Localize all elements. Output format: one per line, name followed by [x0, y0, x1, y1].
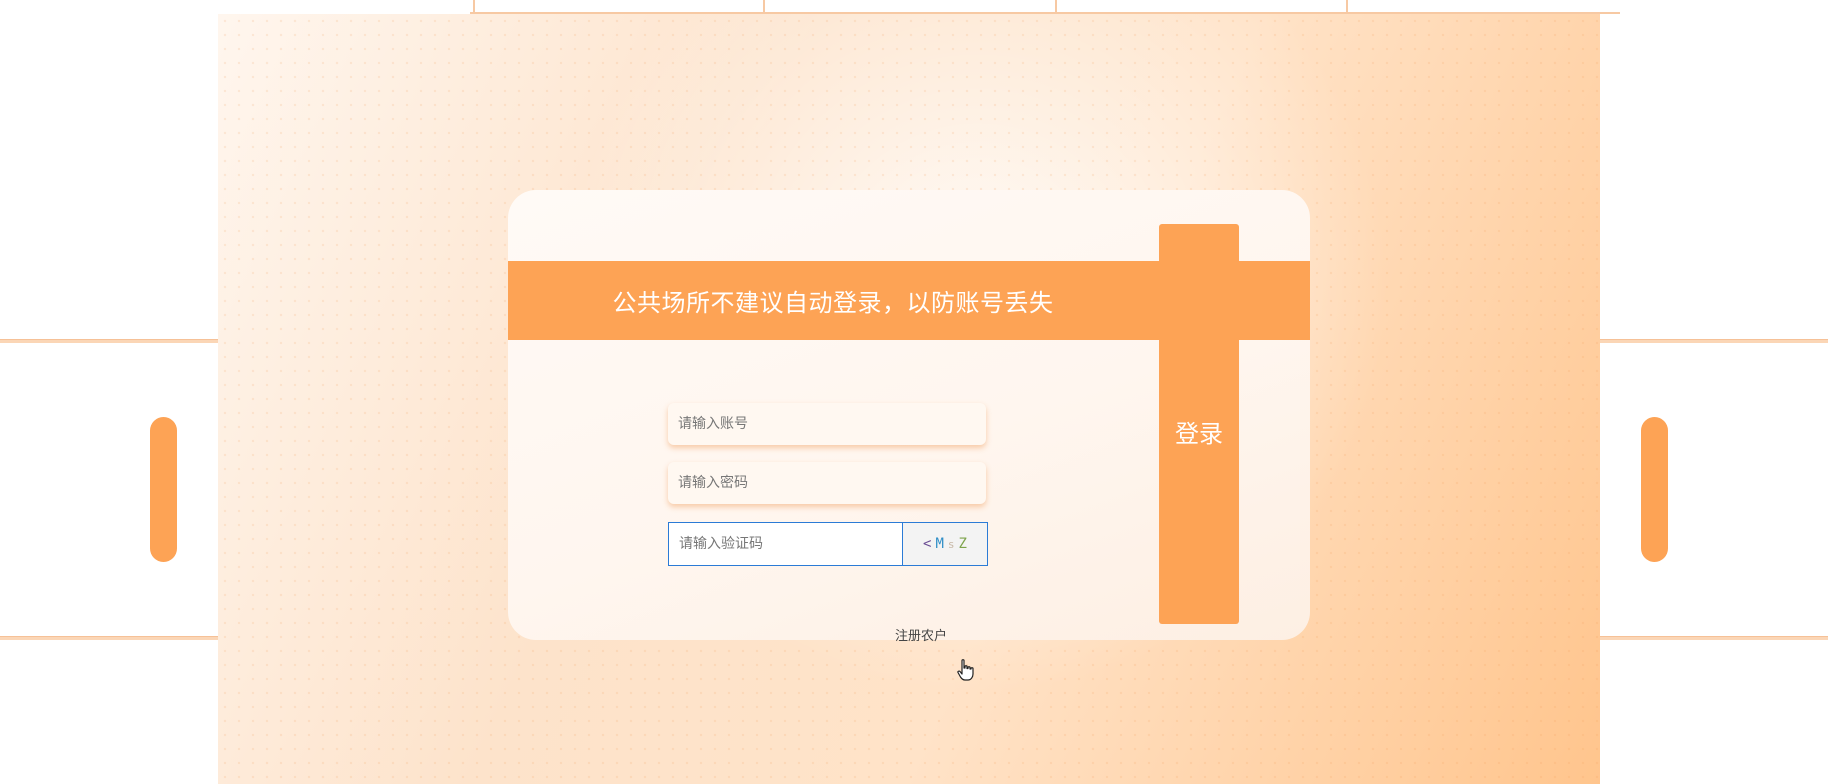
login-card: 公共场所不建议自动登录，以防账号丢失 < M s Z 登录 [508, 190, 1310, 640]
login-button[interactable]: 登录 [1159, 224, 1239, 624]
register-farmer-link[interactable]: 注册农户 [895, 625, 947, 644]
left-side-handle[interactable] [150, 417, 177, 562]
login-page: 公共场所不建议自动登录，以防账号丢失 < M s Z 登录 注册农户 [0, 0, 1828, 784]
password-field[interactable] [668, 462, 986, 504]
captcha-input[interactable] [669, 523, 902, 565]
captcha-char: Z [958, 536, 967, 552]
guide-line-left-bottom [0, 636, 218, 640]
account-field[interactable] [668, 403, 986, 445]
captcha-char: s [947, 537, 955, 551]
hand-pointer-icon [956, 658, 976, 682]
captcha-char: M [935, 536, 944, 552]
password-input[interactable] [668, 462, 986, 504]
right-side-handle[interactable] [1641, 417, 1668, 562]
captcha-image[interactable]: < M s Z [902, 523, 987, 565]
login-button-label: 登录 [1175, 420, 1223, 448]
guide-line-right-bottom [1600, 636, 1828, 640]
top-tab-lines [470, 0, 1620, 14]
guide-line-right-top [1600, 339, 1828, 343]
captcha-row: < M s Z [668, 522, 988, 566]
notice-text: 公共场所不建议自动登录，以防账号丢失 [612, 289, 1054, 317]
guide-line-left-top [0, 339, 218, 343]
captcha-char: < [923, 536, 932, 552]
account-input[interactable] [668, 403, 986, 445]
